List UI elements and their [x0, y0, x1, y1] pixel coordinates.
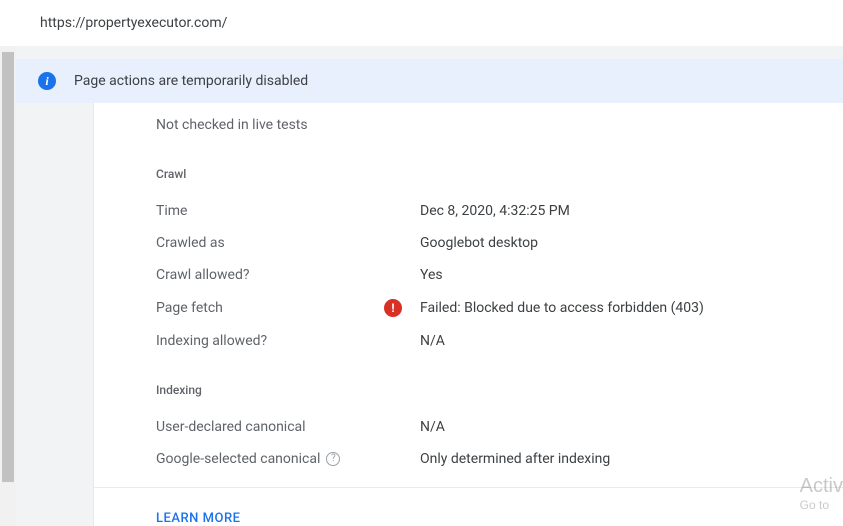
row-user-canonical: User-declared canonical N/A	[156, 419, 843, 435]
scrollbar-thumb[interactable]	[2, 52, 14, 482]
row-crawl-allowed: Crawl allowed? Yes	[156, 267, 843, 283]
section-heading-crawl: Crawl	[156, 167, 843, 181]
content-area: i Page actions are temporarily disabled …	[16, 46, 843, 526]
row-indexing-allowed: Indexing allowed? N/A	[156, 333, 843, 349]
help-icon[interactable]: ?	[326, 452, 340, 466]
value-page-fetch: Failed: Blocked due to access forbidden …	[420, 300, 704, 316]
info-icon: i	[38, 72, 56, 90]
value-user-canonical: N/A	[420, 419, 445, 435]
row-crawled-as: Crawled as Googlebot desktop	[156, 235, 843, 251]
label-crawled-as: Crawled as	[156, 235, 384, 251]
value-time: Dec 8, 2020, 4:32:25 PM	[420, 203, 570, 219]
row-page-fetch: Page fetch ! Failed: Blocked due to acce…	[156, 299, 843, 317]
learn-more-row: LEARN MORE	[94, 487, 843, 526]
row-time: Time Dec 8, 2020, 4:32:25 PM	[156, 203, 843, 219]
scrollbar-vertical[interactable]	[0, 46, 16, 526]
label-google-canonical: Google-selected canonical ?	[156, 451, 384, 467]
notice-text: Page actions are temporarily disabled	[74, 73, 308, 89]
value-indexing-allowed: N/A	[420, 333, 445, 349]
label-indexing-allowed: Indexing allowed?	[156, 333, 384, 349]
value-crawled-as: Googlebot desktop	[420, 235, 538, 251]
notice-banner: i Page actions are temporarily disabled	[16, 59, 843, 103]
label-page-fetch: Page fetch	[156, 300, 384, 316]
main-region: i Page actions are temporarily disabled …	[0, 46, 843, 526]
section-heading-indexing: Indexing	[156, 383, 843, 397]
url-bar: https://propertyexecutor.com/	[0, 0, 843, 46]
value-google-canonical: Only determined after indexing	[420, 451, 610, 467]
value-crawl-allowed: Yes	[420, 267, 443, 283]
live-test-status: Not checked in live tests	[156, 117, 843, 133]
details-card: Not checked in live tests Crawl Time Dec…	[94, 103, 843, 526]
label-user-canonical: User-declared canonical	[156, 419, 384, 435]
learn-more-link[interactable]: LEARN MORE	[156, 511, 240, 526]
error-icon: !	[384, 299, 402, 317]
row-google-canonical: Google-selected canonical ? Only determi…	[156, 451, 843, 467]
label-google-canonical-text: Google-selected canonical	[156, 451, 320, 467]
label-crawl-allowed: Crawl allowed?	[156, 267, 384, 283]
label-time: Time	[156, 203, 384, 219]
url-text[interactable]: https://propertyexecutor.com/	[40, 15, 227, 31]
